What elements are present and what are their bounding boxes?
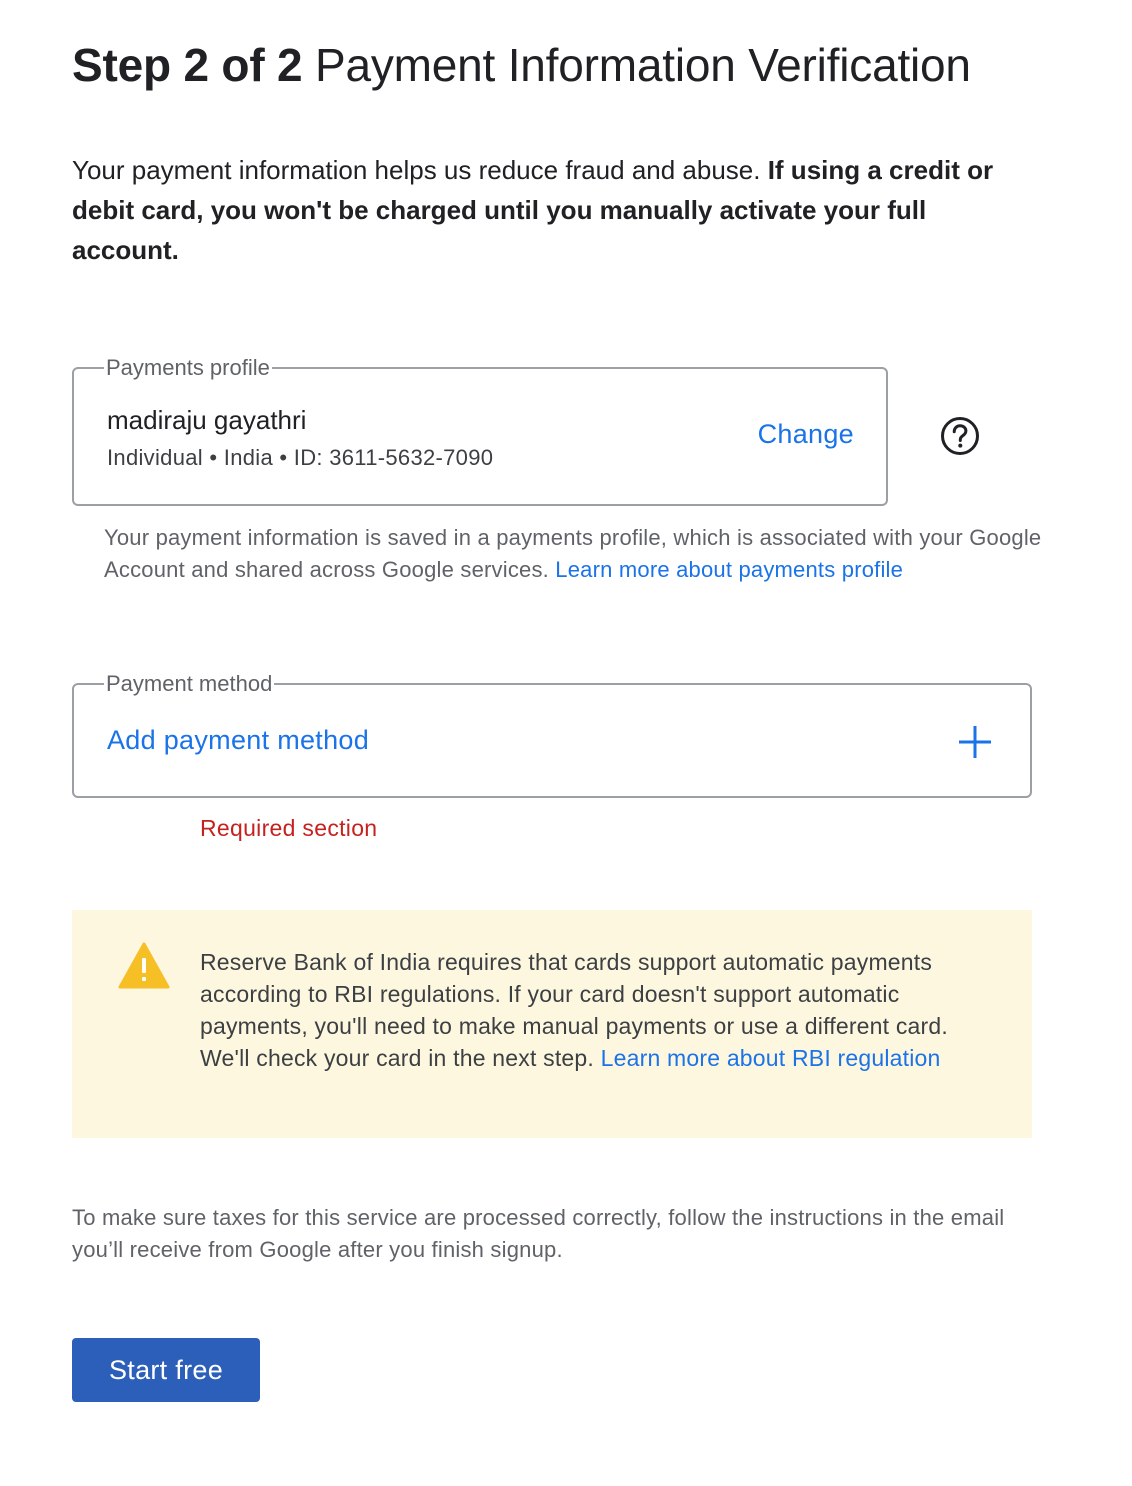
- page-title: Step 2 of 2 Payment Information Verifica…: [72, 38, 971, 92]
- warning-text: Reserve Bank of India requires that card…: [200, 946, 980, 1074]
- payments-profile-box: Payments profile madiraju gayathri Indiv…: [72, 353, 888, 506]
- required-section-error: Required section: [200, 815, 378, 841]
- title-text: Payment Information Verification: [315, 39, 971, 91]
- plus-icon[interactable]: [958, 725, 992, 759]
- start-free-button[interactable]: Start free: [72, 1338, 260, 1402]
- rbi-warning-banner: Reserve Bank of India requires that card…: [72, 910, 1032, 1138]
- step-label: Step 2 of 2: [72, 39, 303, 91]
- profile-details: Individual • India • ID: 3611-5632-7090: [107, 445, 494, 470]
- payment-method-legend: Payment method: [104, 669, 275, 699]
- intro-plain: Your payment information helps us reduce…: [72, 155, 768, 185]
- help-circle-icon[interactable]: [940, 416, 980, 456]
- profile-name: madiraju gayathri: [107, 405, 307, 435]
- tax-note: To make sure taxes for this service are …: [72, 1205, 1005, 1262]
- change-profile-button[interactable]: Change: [758, 419, 854, 450]
- learn-more-rbi-link[interactable]: Learn more about RBI regulation: [601, 1045, 941, 1071]
- payments-profile-legend: Payments profile: [104, 353, 272, 383]
- payments-profile-note: Your payment information is saved in a p…: [104, 522, 1044, 586]
- add-payment-method-label[interactable]: Add payment method: [107, 725, 369, 756]
- add-payment-method-box[interactable]: Payment method Add payment method: [72, 669, 1032, 798]
- intro-text: Your payment information helps us reduce…: [72, 150, 1032, 270]
- learn-more-payments-profile-link[interactable]: Learn more about payments profile: [555, 557, 903, 582]
- warning-triangle-icon: [118, 942, 170, 989]
